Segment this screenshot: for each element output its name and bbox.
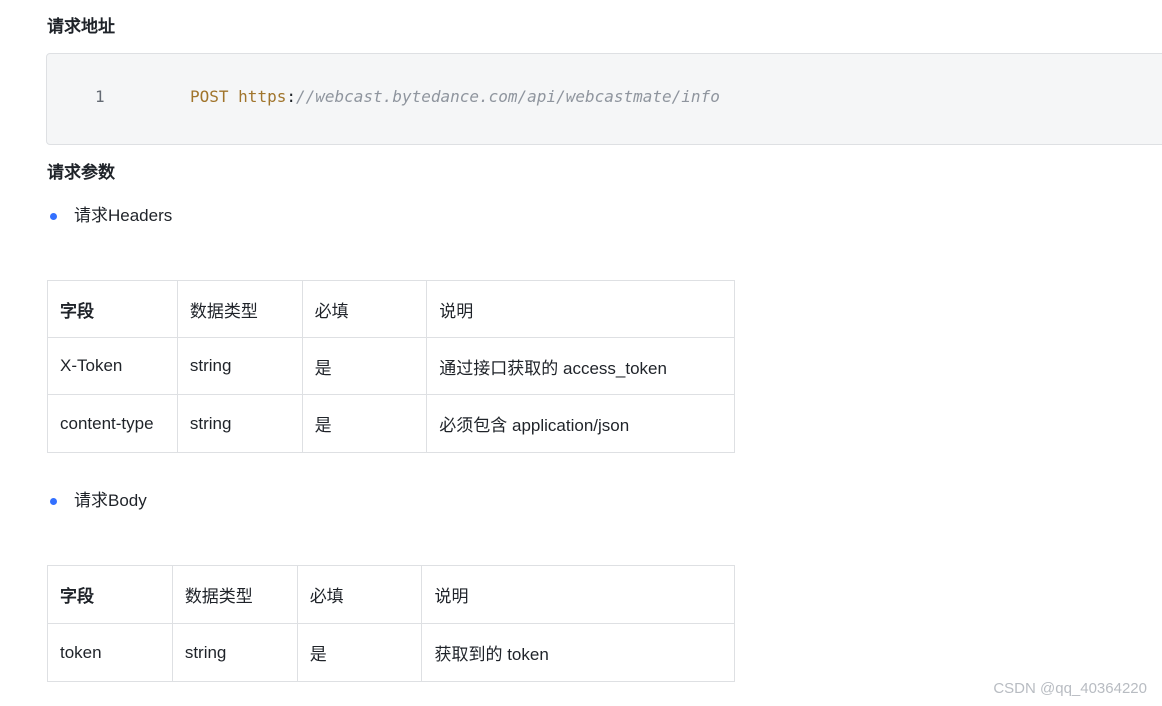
url-colon: : [286, 87, 296, 106]
url-path: //webcast.bytedance.com/api/webcastmate/… [295, 87, 720, 106]
request-params-heading: 请求参数 [47, 163, 115, 182]
table-cell: string [176, 337, 303, 395]
code-line: POST https://webcast.bytedance.com/api/w… [190, 87, 720, 107]
headers-bullet-label: 请求Headers [74, 206, 173, 225]
table-row: content-type string 是 必须包含 application/j… [47, 394, 735, 453]
column-header: 必填 [296, 565, 423, 624]
body-table: 字段 数据类型 必填 说明 token string 是 获取到的 token [47, 565, 735, 682]
table-cell: X-Token [47, 337, 178, 395]
watermark: CSDN @qq_40364220 [993, 680, 1147, 697]
table-cell: token [47, 623, 173, 682]
code-block: 1 POST https://webcast.bytedance.com/api… [46, 53, 1162, 145]
url-protocol: https [238, 87, 287, 106]
column-header: 字段 [47, 280, 178, 338]
table-cell: 是 [301, 394, 428, 453]
column-header: 数据类型 [171, 565, 298, 624]
table-header-row: 字段 数据类型 必填 说明 [47, 280, 735, 338]
http-method: POST [190, 87, 229, 106]
column-header: 说明 [426, 280, 735, 338]
column-header: 说明 [421, 565, 735, 624]
table-cell: 是 [301, 337, 428, 395]
table-cell: 是 [296, 623, 423, 682]
table-row: X-Token string 是 通过接口获取的 access_token [47, 337, 735, 395]
table-cell: 通过接口获取的 access_token [426, 337, 735, 395]
bullet-dot-icon [50, 498, 57, 505]
table-cell: content-type [47, 394, 178, 453]
column-header: 必填 [301, 280, 428, 338]
line-number: 1 [95, 87, 105, 106]
bullet-dot-icon [50, 213, 57, 220]
table-cell: string [171, 623, 298, 682]
table-header-row: 字段 数据类型 必填 说明 [47, 565, 735, 624]
column-header: 字段 [47, 565, 173, 624]
table-row: token string 是 获取到的 token [47, 623, 735, 682]
body-bullet-label: 请求Body [74, 491, 147, 510]
column-header: 数据类型 [176, 280, 303, 338]
request-address-heading: 请求地址 [47, 17, 115, 36]
table-cell: 必须包含 application/json [426, 394, 735, 453]
table-cell: string [176, 394, 303, 453]
table-cell: 获取到的 token [421, 623, 735, 682]
headers-table: 字段 数据类型 必填 说明 X-Token string 是 通过接口获取的 a… [47, 280, 735, 453]
